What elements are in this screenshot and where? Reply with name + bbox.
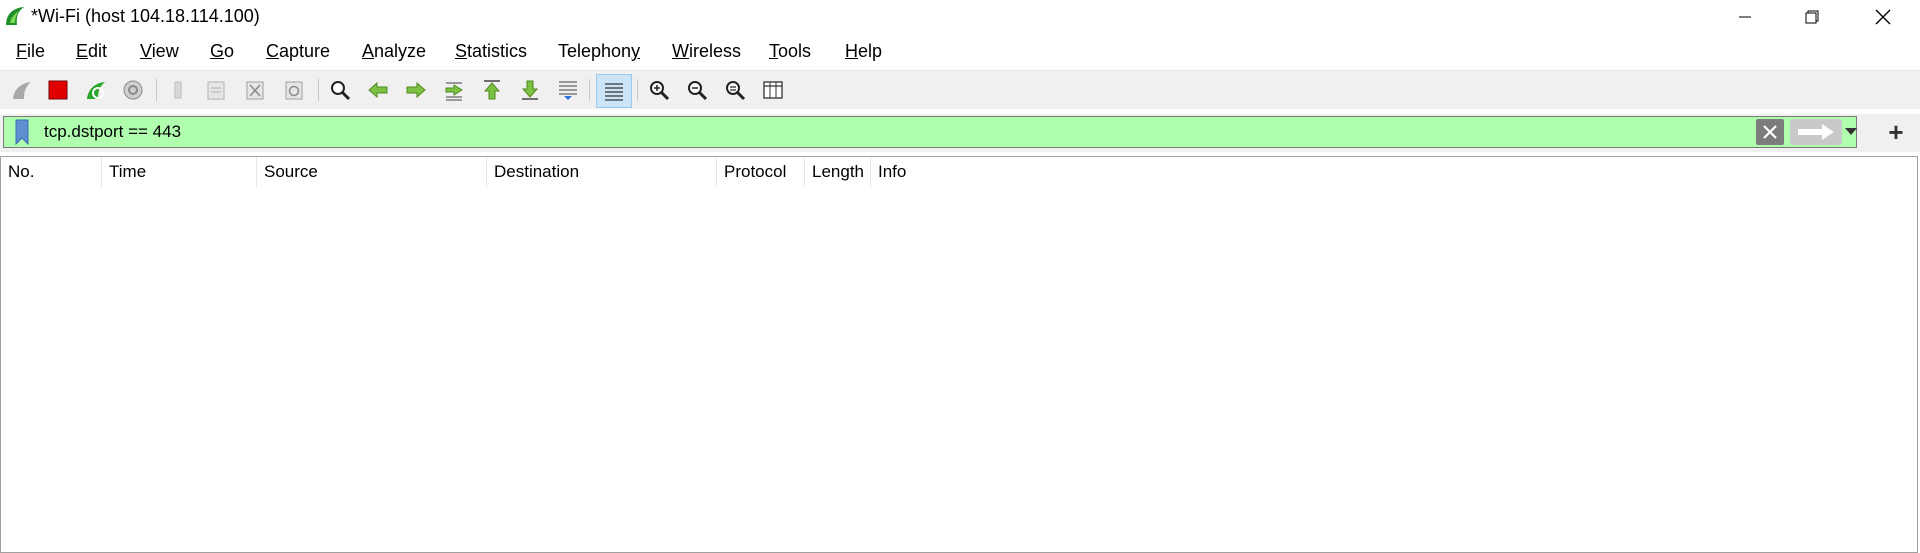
zoom-in-button[interactable] bbox=[645, 76, 673, 104]
start-capture-button[interactable] bbox=[8, 76, 36, 104]
column-header-info[interactable]: Info bbox=[871, 157, 1917, 187]
go-back-icon bbox=[368, 81, 388, 99]
start-capture-icon bbox=[13, 82, 31, 99]
arrow-right-icon bbox=[1798, 124, 1834, 140]
column-header-destination[interactable]: Destination bbox=[487, 157, 717, 187]
menu-capture[interactable]: Capture bbox=[266, 41, 330, 62]
open-file-icon bbox=[174, 81, 182, 99]
window-title: *Wi-Fi (host 104.18.114.100) bbox=[31, 6, 260, 26]
resize-columns-icon bbox=[763, 81, 783, 99]
menu-view[interactable]: View bbox=[140, 41, 179, 62]
column-header-no[interactable]: No. bbox=[1, 157, 102, 187]
go-to-packet-button[interactable] bbox=[440, 76, 468, 104]
normal-size-button[interactable] bbox=[721, 76, 749, 104]
save-file-icon bbox=[207, 81, 225, 100]
close-window-button[interactable] bbox=[1848, 0, 1918, 34]
packet-list[interactable]: No. Time Source Destination Protocol Len… bbox=[0, 156, 1918, 553]
maximize-icon bbox=[1805, 10, 1819, 24]
auto-scroll-icon bbox=[559, 81, 577, 100]
packet-list-header: No. Time Source Destination Protocol Len… bbox=[1, 157, 1917, 187]
save-file-button[interactable] bbox=[202, 76, 230, 104]
menu-file[interactable]: File bbox=[16, 41, 45, 62]
first-packet-icon bbox=[483, 80, 501, 100]
find-packet-button[interactable] bbox=[326, 76, 354, 104]
chevron-down-icon bbox=[1845, 128, 1857, 135]
apply-filter-button[interactable] bbox=[1790, 119, 1842, 145]
first-packet-button[interactable] bbox=[478, 76, 506, 104]
menu-statistics[interactable]: Statistics bbox=[455, 41, 527, 62]
open-file-button[interactable] bbox=[164, 76, 192, 104]
column-header-length[interactable]: Length bbox=[805, 157, 871, 187]
toolbar-separator bbox=[589, 79, 590, 101]
column-header-source[interactable]: Source bbox=[257, 157, 487, 187]
clear-filter-button[interactable] bbox=[1756, 119, 1784, 145]
menu-analyze[interactable]: Analyze bbox=[362, 41, 426, 62]
maximize-button[interactable] bbox=[1777, 0, 1847, 34]
zoom-out-icon bbox=[688, 81, 708, 101]
normal-size-icon bbox=[726, 81, 746, 101]
filter-history-dropdown[interactable] bbox=[1844, 119, 1858, 145]
colorize-icon bbox=[605, 83, 623, 101]
main-toolbar bbox=[0, 70, 1920, 109]
minimize-icon bbox=[1739, 16, 1751, 18]
menu-help[interactable]: Help bbox=[845, 41, 882, 62]
capture-options-icon bbox=[123, 80, 143, 100]
column-header-protocol[interactable]: Protocol bbox=[717, 157, 805, 187]
clear-icon bbox=[1763, 125, 1777, 139]
title-bar: *Wi-Fi (host 104.18.114.100) bbox=[0, 0, 1920, 34]
bookmark-icon bbox=[15, 119, 29, 145]
close-file-button[interactable] bbox=[241, 76, 269, 104]
zoom-in-icon bbox=[650, 81, 670, 101]
toolbar-separator bbox=[318, 79, 319, 101]
restart-capture-icon bbox=[87, 82, 105, 99]
close-icon bbox=[1875, 9, 1891, 25]
column-header-time[interactable]: Time bbox=[102, 157, 257, 187]
resize-columns-button[interactable] bbox=[759, 76, 787, 104]
wireshark-fin-icon bbox=[4, 5, 26, 27]
go-forward-icon bbox=[406, 81, 426, 99]
last-packet-button[interactable] bbox=[516, 76, 544, 104]
stop-capture-icon bbox=[48, 80, 68, 100]
toolbar-separator bbox=[637, 79, 638, 101]
zoom-out-button[interactable] bbox=[683, 76, 711, 104]
last-packet-icon bbox=[521, 80, 539, 100]
capture-options-button[interactable] bbox=[119, 76, 147, 104]
go-back-button[interactable] bbox=[364, 76, 392, 104]
display-filter-field bbox=[3, 116, 1857, 148]
menu-tools[interactable]: Tools bbox=[769, 41, 811, 62]
menu-edit[interactable]: Edit bbox=[76, 41, 107, 62]
reload-file-icon bbox=[285, 81, 303, 100]
minimize-button[interactable] bbox=[1710, 0, 1780, 34]
find-packet-icon bbox=[331, 81, 351, 101]
filter-bookmark-button[interactable] bbox=[9, 119, 35, 145]
display-filter-input[interactable] bbox=[44, 120, 1744, 144]
menu-telephony[interactable]: Telephony bbox=[558, 41, 640, 62]
go-to-packet-icon bbox=[445, 82, 463, 101]
auto-scroll-button[interactable] bbox=[554, 76, 582, 104]
reload-file-button[interactable] bbox=[280, 76, 308, 104]
close-file-icon bbox=[246, 81, 264, 100]
menu-bar: File Edit View Go Capture Analyze Statis… bbox=[0, 38, 1920, 66]
menu-go[interactable]: Go bbox=[210, 41, 234, 62]
toolbar-separator bbox=[156, 79, 157, 101]
menu-wireless[interactable]: Wireless bbox=[672, 41, 741, 62]
add-filter-button[interactable]: + bbox=[1880, 116, 1912, 148]
go-forward-button[interactable] bbox=[402, 76, 430, 104]
stop-capture-button[interactable] bbox=[44, 76, 72, 104]
display-filter-bar: + bbox=[0, 114, 1920, 152]
colorize-button[interactable] bbox=[596, 74, 632, 108]
restart-capture-button[interactable] bbox=[82, 76, 110, 104]
